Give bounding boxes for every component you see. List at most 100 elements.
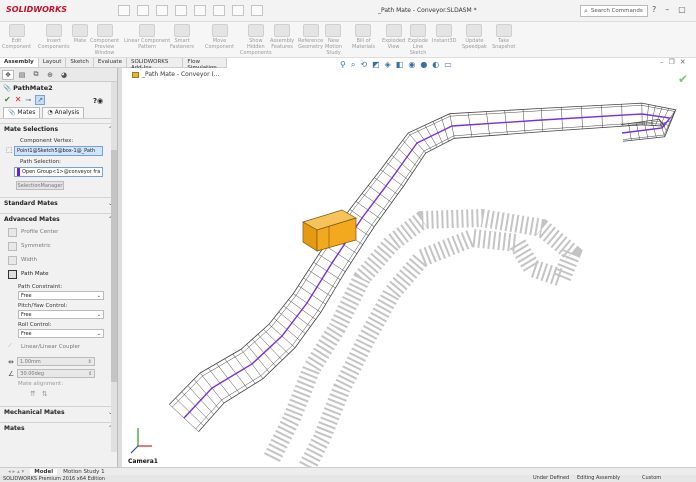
angle-field[interactable]: 30.00deg ⇕ — [17, 369, 96, 378]
ribbon-button-smart-fasteners[interactable]: Smart Fasteners — [170, 24, 194, 50]
path-constraint-dropdown[interactable]: Free ⌄ — [18, 291, 104, 300]
minimize-icon[interactable]: – — [665, 5, 669, 14]
document-title: _Path Mate - Conveyor.SLDASM * — [378, 7, 477, 14]
tab-solidworks-add-ins[interactable]: SOLIDWORKS Add-Ins — [127, 58, 184, 71]
edition-text: SOLIDWORKS Premium 2016 x64 Edition — [3, 475, 105, 482]
distance-field[interactable]: 1.00mm ⇕ — [16, 357, 95, 366]
ribbon-button-icon — [466, 24, 483, 37]
help-icon[interactable]: ? — [652, 5, 656, 14]
tab-flow-simulation[interactable]: Flow Simulation — [183, 58, 227, 71]
quick-access-toolbar — [118, 5, 263, 16]
distance-icon: ⇹ — [8, 357, 14, 366]
width-option[interactable]: Width — [0, 253, 117, 267]
tab-layout[interactable]: Layout — [39, 58, 67, 67]
print-icon[interactable] — [175, 5, 187, 16]
help-icon[interactable]: ?◉ — [93, 97, 103, 105]
roll-control-label: Roll Control: — [18, 322, 52, 328]
solidworks-logo: SOLIDWORKS — [6, 5, 68, 14]
width-icon — [8, 255, 17, 265]
pm-scrollbar-thumb[interactable] — [111, 150, 117, 382]
options-icon[interactable] — [251, 5, 263, 16]
mechanical-mates-section[interactable]: Mechanical Mates ⌄ — [0, 406, 117, 418]
tab-nav-arrows[interactable]: ◂ ▸ ▴ ▾ — [4, 469, 28, 475]
symmetric-option[interactable]: Symmetric — [0, 239, 117, 253]
path-mate-option[interactable]: Path Mate — [0, 267, 117, 281]
ribbon-button-assembly-features[interactable]: Assembly Features — [270, 24, 294, 50]
linear-coupler-option[interactable]: ⟋ Linear/Linear Coupler — [0, 340, 117, 354]
advanced-mates-section[interactable]: Advanced Mates ⌃ — [0, 213, 117, 225]
mates-section[interactable]: Mates ⌃ — [0, 422, 117, 434]
ribbon-button-icon — [247, 24, 264, 37]
ribbon-button-icon — [385, 24, 402, 37]
aligned-icon[interactable]: ⇈ — [30, 390, 36, 398]
graphics-area[interactable] — [122, 68, 696, 467]
ribbon-button-show-hidden-components[interactable]: Show Hidden Components — [240, 24, 272, 56]
rebuild-icon[interactable] — [232, 5, 244, 16]
feature-manager-tab-icon[interactable]: ❖ — [2, 69, 14, 80]
feature-tree-flyout[interactable]: _Path Mate - Conveyor (... — [132, 71, 220, 78]
ribbon-button-icon — [211, 24, 228, 37]
anti-aligned-icon[interactable]: ⇅ — [42, 390, 48, 398]
tab-assembly[interactable]: Assembly — [0, 58, 39, 67]
ribbon-button-edit-component[interactable]: Edit Component — [2, 24, 31, 50]
ribbon-button-update-speedpak[interactable]: Update Speedpak — [462, 24, 487, 50]
property-manager-tab-icon[interactable]: ▤ — [16, 70, 28, 80]
component-vertex-field[interactable]: Point1@Sketch5@box-1@_Path — [14, 146, 103, 156]
ribbon-button-exploded-view[interactable]: Exploded View — [382, 24, 405, 50]
ribbon-button-bill-of-materials[interactable]: Bill of Materials — [352, 24, 375, 50]
command-tabs: AssemblyLayoutSketchEvaluateSOLIDWORKS A… — [0, 58, 227, 71]
ribbon-button-reference-geometry[interactable]: Reference Geometry — [298, 24, 323, 50]
search-commands-box[interactable]: ⌕ Search Commands — [580, 5, 648, 17]
ok-button[interactable]: ✔ — [4, 95, 11, 104]
path-selection-field[interactable]: Open Group<1>@conveyor fra — [14, 167, 103, 177]
ribbon-button-explode-line-sketch[interactable]: Explode Line Sketch — [408, 24, 428, 56]
pitch-yaw-label: Pitch/Yaw Control: — [18, 303, 68, 309]
tab-evaluate[interactable]: Evaluate — [94, 58, 127, 67]
configuration-manager-tab-icon[interactable]: ⧉ — [30, 70, 42, 80]
tab-analysis[interactable]: ◔ Analysis — [42, 107, 85, 118]
mate-selections-section[interactable]: Mate Selections ⌃ — [0, 123, 117, 135]
dimxpert-tab-icon[interactable]: ⊕ — [44, 70, 56, 80]
undo-mate-icon[interactable]: ↗ — [35, 94, 46, 105]
ribbon-button-icon — [495, 24, 512, 37]
tab-mates[interactable]: 📎 Mates — [3, 107, 41, 118]
standard-mates-section[interactable]: Standard Mates ⌄ — [0, 197, 117, 209]
conveyor-shadow — [263, 208, 583, 467]
display-manager-tab-icon[interactable]: ◕ — [58, 70, 70, 80]
ribbon-button-mate[interactable]: Mate — [72, 24, 88, 44]
open-file-icon[interactable] — [137, 5, 149, 16]
selection-manager-button[interactable]: SelectionManager — [16, 181, 64, 190]
profile-center-option[interactable]: Profile Center — [0, 225, 117, 239]
ribbon-button-insert-components[interactable]: Insert Components — [38, 24, 70, 50]
pitch-yaw-dropdown[interactable]: Free ⌄ — [18, 310, 104, 319]
confirmation-corner-icon[interactable]: ✔ — [678, 72, 688, 86]
select-icon[interactable] — [213, 5, 225, 16]
undo-icon[interactable] — [194, 5, 206, 16]
pm-header: 📎 PathMate2 ?◉ — [0, 82, 117, 105]
ribbon-button-icon — [274, 24, 291, 37]
maximize-icon[interactable]: ▢ — [678, 5, 686, 14]
pushpin-icon[interactable]: ⊸ — [25, 96, 31, 104]
ribbon-button-component-preview-window[interactable]: Component Preview Window — [90, 24, 119, 56]
ribbon-button-new-motion-study[interactable]: New Motion Study — [325, 24, 342, 56]
doc-restore-icon[interactable]: ❐ — [669, 58, 675, 66]
cancel-button[interactable]: ✕ — [15, 95, 22, 104]
search-placeholder: Search Commands — [590, 8, 643, 14]
save-icon[interactable] — [156, 5, 168, 16]
linear-coupler-icon: ⟋ — [8, 342, 12, 349]
ribbon-button-move-component[interactable]: Move Component — [205, 24, 234, 50]
doc-minimize-icon[interactable]: – — [660, 58, 664, 66]
units-status[interactable]: Custom — [642, 475, 661, 481]
new-file-icon[interactable] — [118, 5, 130, 16]
box-component[interactable] — [302, 209, 357, 252]
doc-close-icon[interactable]: ✕ — [680, 58, 686, 66]
ribbon-button-instant3d[interactable]: Instant3D — [432, 24, 456, 44]
tab-model[interactable]: Model — [30, 468, 58, 475]
ribbon-button-linear-component-pattern[interactable]: Linear Component Pattern — [124, 24, 170, 50]
tab-motion-study[interactable]: Motion Study 1 — [59, 469, 109, 475]
tab-sketch[interactable]: Sketch — [66, 58, 94, 67]
command-manager-ribbon: Edit Component Insert Components Mate Compone… — [0, 22, 696, 58]
roll-control-dropdown[interactable]: Free ⌄ — [18, 329, 104, 338]
ribbon-button-take-snapshot[interactable]: Take Snapshot — [492, 24, 515, 50]
chevron-down-icon: ⌄ — [96, 330, 101, 337]
